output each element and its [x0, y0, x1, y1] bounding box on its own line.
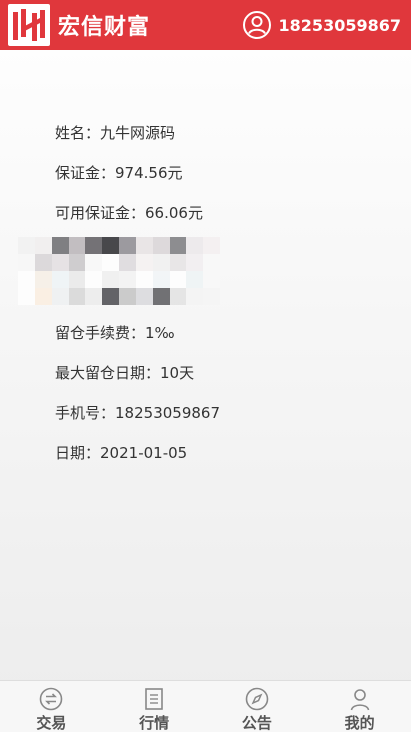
pixelated-redaction [18, 237, 220, 305]
row-label: 保证金： [55, 164, 116, 182]
tab-label: 交易 [36, 714, 67, 732]
max-overnight-days-row: 最大留仓日期：10天 [55, 362, 194, 383]
date-row: 日期：2021-01-05 [55, 442, 187, 463]
row-value: 66.06元 [145, 204, 203, 222]
row-value: 九牛网源码 [100, 124, 176, 142]
row-value: 974.56元 [115, 164, 183, 182]
row-label: 日期： [55, 444, 101, 462]
row-label: 姓名： [55, 124, 101, 142]
row-label: 留仓手续费： [55, 324, 146, 342]
overnight-fee-row: 留仓手续费：1‰ [55, 322, 175, 343]
tab-trade[interactable]: 交易 [0, 681, 103, 732]
row-value: 1‰ [145, 324, 175, 342]
row-label: 最大留仓日期： [55, 364, 161, 382]
brand-logo-icon [8, 4, 50, 46]
tab-announcement[interactable]: 公告 [206, 681, 309, 732]
row-label: 手机号： [55, 404, 116, 422]
tab-market[interactable]: 行情 [103, 681, 206, 732]
person-icon [348, 687, 372, 711]
user-avatar-icon [242, 10, 272, 40]
row-value: 2021-01-05 [100, 444, 188, 462]
swap-icon [39, 687, 63, 711]
available-deposit-row: 可用保证金：66.06元 [55, 202, 203, 223]
user-account[interactable]: 18253059867 [242, 10, 401, 40]
row-value: 18253059867 [115, 404, 220, 422]
tab-label: 我的 [344, 714, 375, 732]
bottom-tab-bar: 交易 行情 公告 我的 [0, 680, 411, 732]
header-phone: 18253059867 [278, 15, 401, 35]
app-header: 宏信财富 18253059867 [0, 0, 411, 50]
tab-label: 行情 [139, 714, 170, 732]
tab-mine[interactable]: 我的 [308, 681, 411, 732]
name-row: 姓名：九牛网源码 [55, 122, 175, 143]
brand-name: 宏信财富 [58, 15, 151, 40]
tab-label: 公告 [241, 714, 272, 732]
document-icon [142, 687, 166, 711]
compass-icon [245, 687, 269, 711]
row-label: 可用保证金： [55, 204, 146, 222]
brand[interactable]: 宏信财富 [8, 4, 150, 46]
deposit-row: 保证金：974.56元 [55, 162, 183, 183]
row-value: 10天 [160, 364, 195, 382]
phone-row: 手机号：18253059867 [55, 402, 220, 423]
